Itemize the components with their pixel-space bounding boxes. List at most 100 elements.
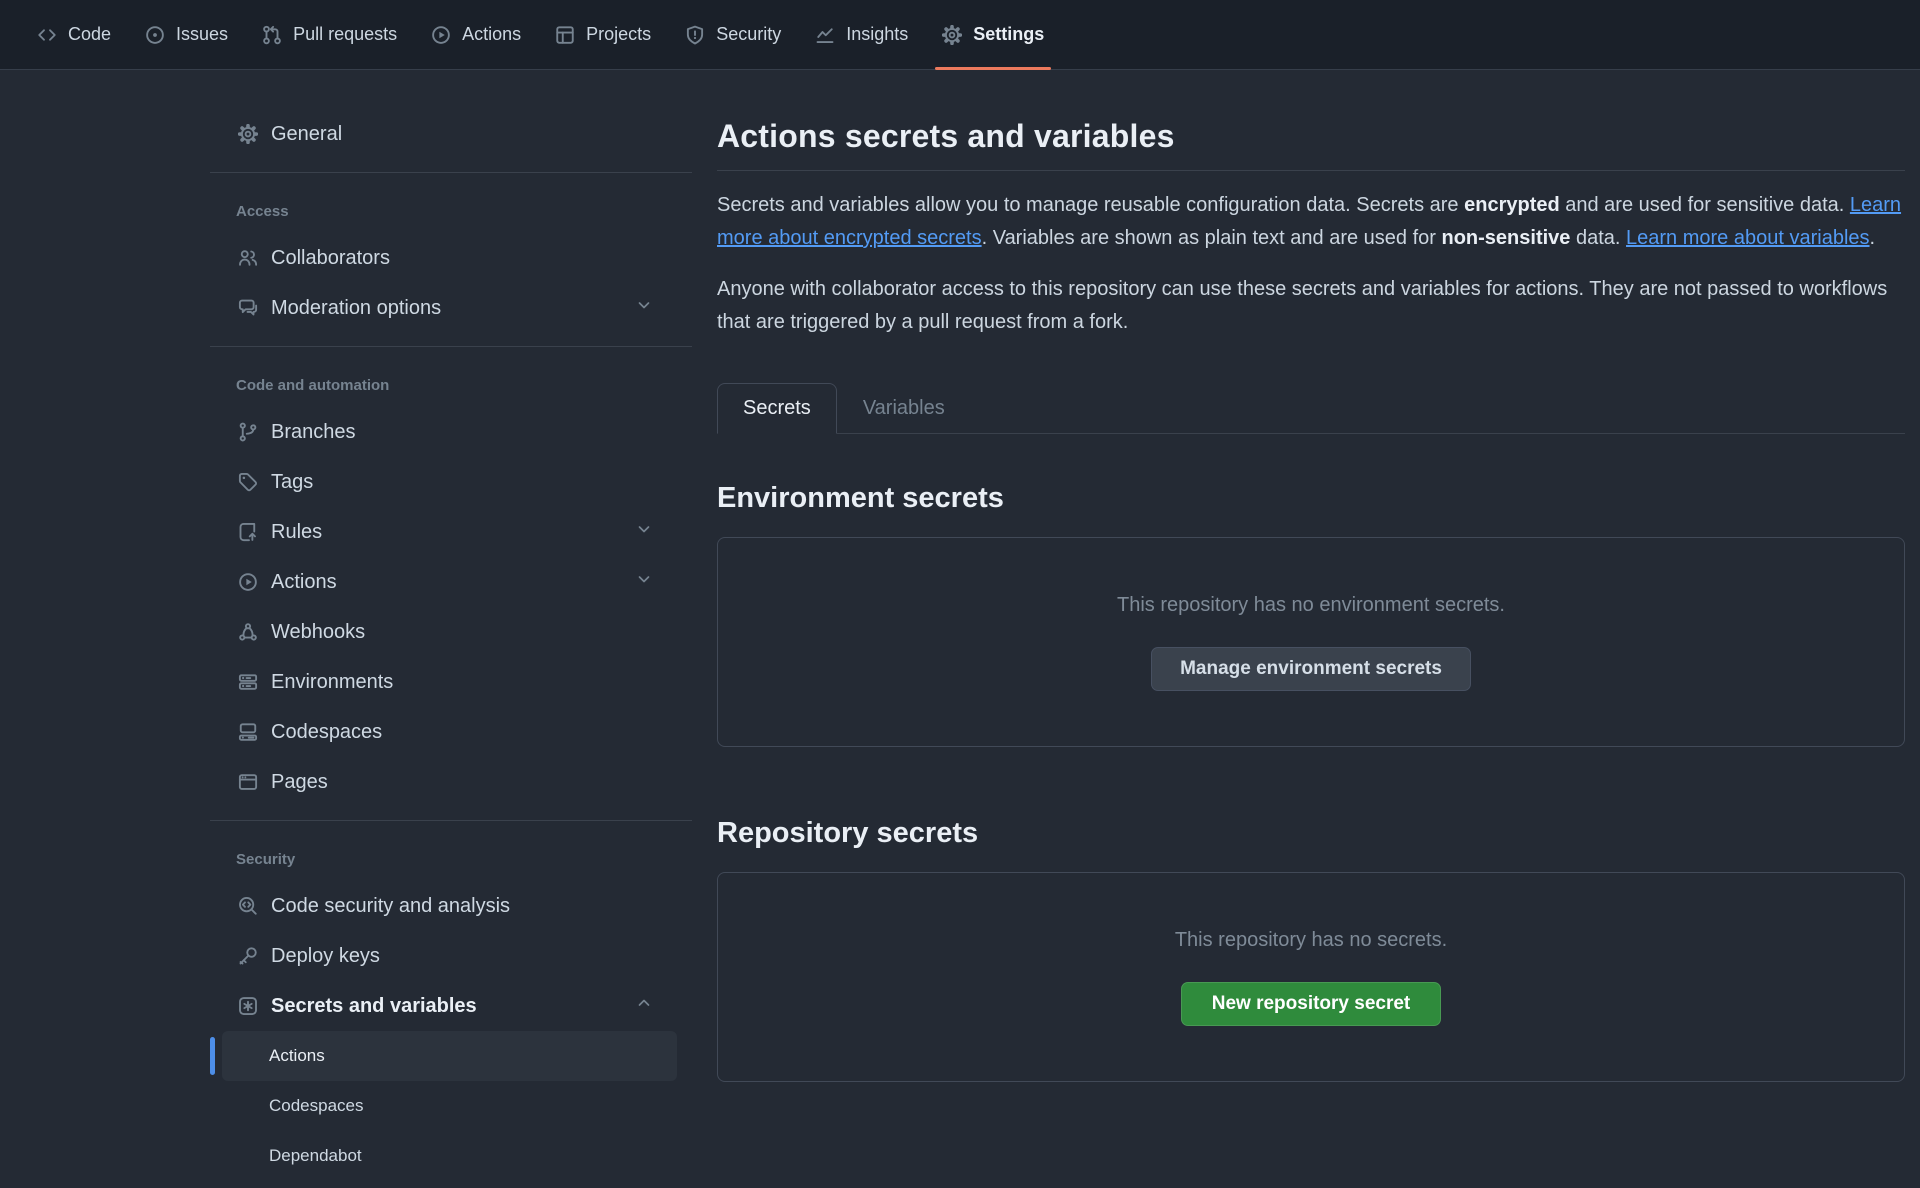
browser-icon	[238, 772, 258, 792]
nav-tab-projects[interactable]: Projects	[538, 0, 668, 69]
graph-icon	[815, 25, 835, 45]
nav-tab-label: Projects	[586, 24, 651, 45]
settings-sidebar: General Access Collaborators Moderation …	[208, 70, 692, 1181]
sidebar-item-label: Webhooks	[271, 621, 365, 644]
nav-tab-settings[interactable]: Settings	[925, 0, 1061, 69]
git-branch-icon	[238, 422, 258, 442]
sidebar-item-label: Secrets and variables	[271, 995, 477, 1018]
sidebar-item-label: General	[271, 123, 342, 146]
sidebar-item-rules[interactable]: Rules	[210, 507, 677, 557]
nav-tab-label: Security	[716, 24, 781, 45]
page-title: Actions secrets and variables	[717, 118, 1905, 155]
title-divider	[717, 170, 1905, 171]
tag-icon	[238, 472, 258, 492]
sidebar-item-label: Tags	[271, 471, 313, 494]
comment-discussion-icon	[238, 298, 258, 318]
play-icon	[431, 25, 451, 45]
nav-tab-issues[interactable]: Issues	[128, 0, 245, 69]
shield-icon	[685, 25, 705, 45]
rules-icon	[238, 522, 258, 542]
sidebar-item-label: Actions	[271, 571, 337, 594]
gear-icon	[942, 25, 962, 45]
tab-secrets[interactable]: Secrets	[717, 383, 837, 434]
gear-icon	[238, 124, 258, 144]
new-repository-secret-button[interactable]: New repository secret	[1181, 982, 1442, 1026]
key-asterisk-icon	[238, 996, 258, 1016]
sidebar-item-label: Collaborators	[271, 247, 390, 270]
sidebar-item-codespaces[interactable]: Codespaces	[210, 707, 677, 757]
sidebar-section-title-access: Access	[208, 189, 692, 233]
table-icon	[555, 25, 575, 45]
sidebar-divider	[210, 820, 692, 821]
sidebar-item-actions[interactable]: Actions	[210, 557, 677, 607]
environment-secrets-heading: Environment secrets	[717, 482, 1905, 515]
sidebar-item-moderation-options[interactable]: Moderation options	[210, 283, 677, 333]
sidebar-section-title-security: Security	[208, 837, 692, 881]
chevron-down-icon	[635, 570, 653, 594]
tab-variables[interactable]: Variables	[837, 383, 971, 434]
nav-tab-label: Issues	[176, 24, 228, 45]
sidebar-item-webhooks[interactable]: Webhooks	[210, 607, 677, 657]
chevron-down-icon	[635, 520, 653, 544]
git-pull-request-icon	[262, 25, 282, 45]
sidebar-item-label: Rules	[271, 521, 322, 544]
sidebar-item-label: Codespaces	[271, 721, 382, 744]
play-icon	[238, 572, 258, 592]
sidebar-item-code-security[interactable]: Code security and analysis	[210, 881, 677, 931]
sidebar-item-deploy-keys[interactable]: Deploy keys	[210, 931, 677, 981]
sidebar-subitem-label: Dependabot	[269, 1146, 362, 1166]
sidebar-item-label: Moderation options	[271, 297, 441, 320]
repository-secrets-heading: Repository secrets	[717, 817, 1905, 850]
chevron-down-icon	[635, 296, 653, 320]
nav-tab-label: Insights	[846, 24, 908, 45]
sidebar-subitem-label: Actions	[269, 1046, 325, 1066]
sidebar-item-label: Code security and analysis	[271, 895, 510, 918]
sidebar-divider	[210, 172, 692, 173]
sidebar-subitem-dependabot[interactable]: Dependabot	[210, 1131, 677, 1181]
sidebar-item-label: Branches	[271, 421, 356, 444]
sidebar-subitem-codespaces[interactable]: Codespaces	[210, 1081, 677, 1131]
nav-tab-insights[interactable]: Insights	[798, 0, 925, 69]
sidebar-item-branches[interactable]: Branches	[210, 407, 677, 457]
inline-link[interactable]: Learn more about variables	[1626, 227, 1869, 249]
sidebar-item-label: Pages	[271, 771, 328, 794]
secrets-variables-tabnav: Secrets Variables	[717, 383, 1905, 434]
nav-tab-code[interactable]: Code	[20, 0, 128, 69]
server-icon	[238, 672, 258, 692]
sidebar-section-title-code-automation: Code and automation	[208, 363, 692, 407]
emphasized-text: non-sensitive	[1442, 227, 1571, 249]
manage-environment-secrets-button[interactable]: Manage environment secrets	[1151, 647, 1471, 691]
webhook-icon	[238, 622, 258, 642]
sidebar-item-pages[interactable]: Pages	[210, 757, 677, 807]
sidebar-item-label: Deploy keys	[271, 945, 380, 968]
sidebar-item-collaborators[interactable]: Collaborators	[210, 233, 677, 283]
issue-opened-icon	[145, 25, 165, 45]
code-icon	[37, 25, 57, 45]
repo-tab-bar: Code Issues Pull requests Actions Projec…	[0, 0, 1920, 70]
emphasized-text: encrypted	[1464, 194, 1560, 216]
nav-tab-label: Code	[68, 24, 111, 45]
environment-secrets-empty-text: This repository has no environment secre…	[1117, 594, 1505, 617]
nav-tab-label: Settings	[973, 24, 1044, 45]
sidebar-item-general[interactable]: General	[210, 109, 677, 159]
sidebar-item-secrets-and-variables[interactable]: Secrets and variables	[210, 981, 677, 1031]
code-scan-icon	[238, 896, 258, 916]
collaborator-paragraph: Anyone with collaborator access to this …	[717, 273, 1905, 339]
chevron-up-icon	[635, 994, 653, 1018]
codespaces-icon	[238, 722, 258, 742]
sidebar-item-tags[interactable]: Tags	[210, 457, 677, 507]
key-icon	[238, 946, 258, 966]
intro-paragraph: Secrets and variables allow you to manag…	[717, 189, 1905, 255]
sidebar-item-environments[interactable]: Environments	[210, 657, 677, 707]
nav-tab-security[interactable]: Security	[668, 0, 798, 69]
environment-secrets-box: This repository has no environment secre…	[717, 537, 1905, 747]
nav-tab-actions[interactable]: Actions	[414, 0, 538, 69]
nav-tab-pull-requests[interactable]: Pull requests	[245, 0, 414, 69]
sidebar-divider	[210, 346, 692, 347]
repository-secrets-box: This repository has no secrets. New repo…	[717, 872, 1905, 1082]
sidebar-item-label: Environments	[271, 671, 393, 694]
people-icon	[238, 248, 258, 268]
nav-tab-label: Pull requests	[293, 24, 397, 45]
sidebar-subitem-actions[interactable]: Actions	[210, 1031, 677, 1081]
repository-secrets-empty-text: This repository has no secrets.	[1175, 929, 1447, 952]
